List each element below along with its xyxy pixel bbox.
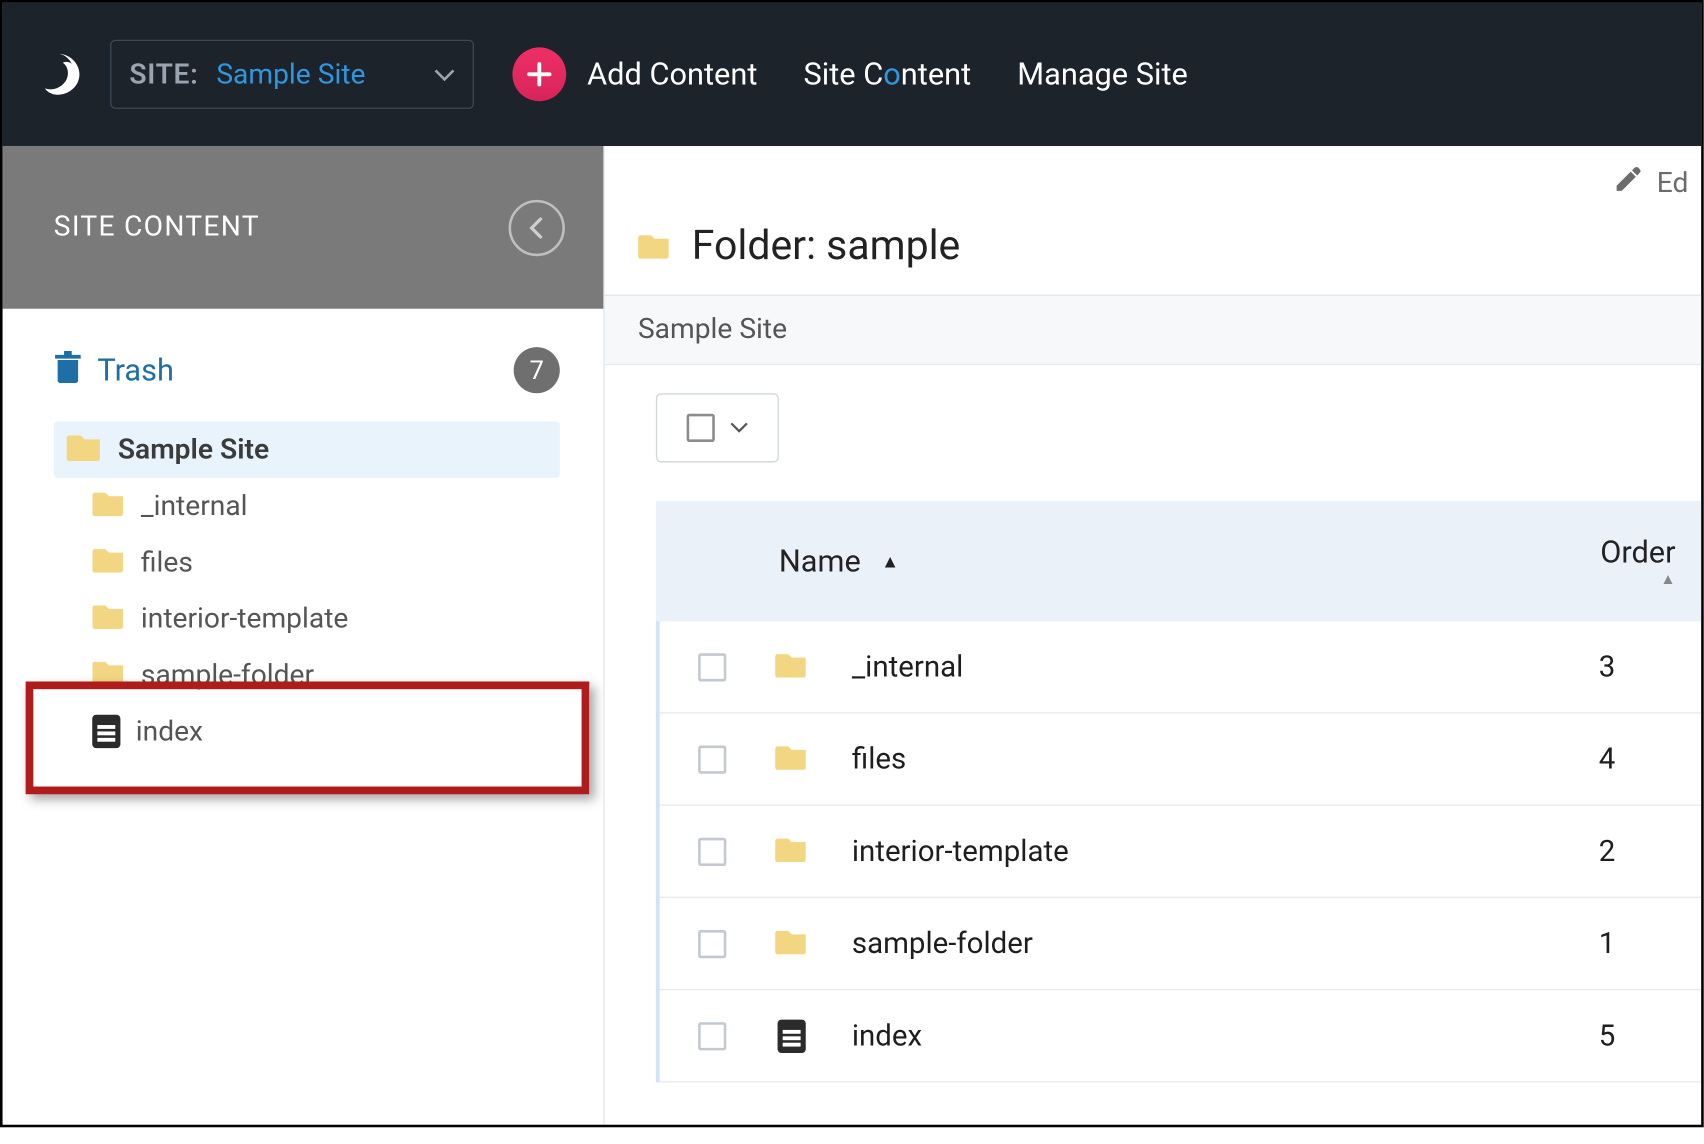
row-checkbox[interactable] <box>698 653 726 681</box>
folder-icon <box>775 926 808 962</box>
row-checkbox[interactable] <box>698 837 726 865</box>
row-checkbox[interactable] <box>698 1022 726 1050</box>
sidebar-title: SITE CONTENT <box>54 211 260 243</box>
sort-asc-icon: ▲ <box>881 550 899 572</box>
chevron-down-icon <box>730 421 748 434</box>
table-header: Name ▲ Order ▲ <box>656 501 1701 621</box>
tree-item-label: sample-folder <box>141 659 314 691</box>
page-icon <box>92 715 120 748</box>
collapse-sidebar-button[interactable] <box>509 199 565 255</box>
chevron-down-icon <box>435 61 455 88</box>
plus-icon <box>513 47 567 101</box>
tree-item[interactable]: sample-folder <box>54 647 560 703</box>
folder-icon <box>92 544 125 580</box>
folder-icon <box>775 741 808 777</box>
tree-item-label: files <box>141 546 193 578</box>
add-content-button[interactable]: Add Content <box>513 47 758 101</box>
table-row[interactable]: files 4 <box>660 714 1701 806</box>
tree-item-label: index <box>136 715 203 747</box>
folder-icon <box>775 833 808 869</box>
checkbox-icon <box>687 414 715 442</box>
sidebar-header: SITE CONTENT <box>3 146 604 309</box>
folder-icon <box>775 649 808 685</box>
tree-item[interactable]: files <box>54 534 560 590</box>
folder-icon <box>638 220 671 269</box>
folder-icon <box>92 488 125 524</box>
site-picker[interactable]: SITE: Sample Site <box>110 40 474 109</box>
app-logo[interactable] <box>31 47 85 101</box>
tree-root[interactable]: Sample Site <box>54 421 560 477</box>
folder-tree: Sample Site _internalfiles interior-templ… <box>54 421 560 759</box>
edit-label: Ed <box>1657 167 1689 199</box>
site-picker-label: SITE: <box>129 58 198 90</box>
column-header-name[interactable]: Name ▲ <box>779 543 899 579</box>
trash-count-badge: 7 <box>514 347 560 393</box>
row-name: files <box>852 742 1560 777</box>
row-name: _internal <box>852 649 1560 684</box>
table-row[interactable]: index 5 <box>660 990 1701 1082</box>
row-order: 2 <box>1599 834 1676 869</box>
folder-icon <box>67 430 103 468</box>
tree-item-label: interior-template <box>141 603 348 635</box>
tree-item[interactable]: interior-template <box>54 591 560 647</box>
nav-site-content[interactable]: Site Content <box>804 56 972 92</box>
tree-item[interactable]: index <box>54 703 560 759</box>
folder-icon <box>92 657 125 693</box>
site-picker-value: Sample Site <box>216 58 365 90</box>
row-order: 4 <box>1599 742 1676 777</box>
tree-item-label: _internal <box>141 490 248 522</box>
breadcrumb[interactable]: Sample Site <box>605 295 1702 365</box>
trash-row[interactable]: Trash 7 <box>54 347 560 393</box>
row-name: interior-template <box>852 834 1560 869</box>
sidebar: SITE CONTENT Trash 7 <box>3 146 605 1125</box>
trash-label: Trash <box>97 352 174 388</box>
select-all-dropdown[interactable] <box>656 393 779 462</box>
column-header-order[interactable]: Order ▲ <box>1600 534 1675 588</box>
tree-item[interactable]: _internal <box>54 478 560 534</box>
main-panel: Ed Folder: sample Sample Site <box>605 146 1702 1125</box>
pencil-icon <box>1613 164 1644 202</box>
add-content-label: Add Content <box>587 56 757 92</box>
trash-icon <box>54 350 82 391</box>
row-name: index <box>852 1018 1560 1053</box>
nav-manage-site[interactable]: Manage Site <box>1017 56 1188 92</box>
edit-button[interactable]: Ed <box>1613 164 1688 202</box>
folder-icon <box>92 601 125 637</box>
row-name: sample-folder <box>852 926 1560 961</box>
file-list: _internal 3 files 4 interior-template 2 sample… <box>656 621 1701 1082</box>
row-checkbox[interactable] <box>698 929 726 957</box>
row-checkbox[interactable] <box>698 745 726 773</box>
row-order: 1 <box>1599 926 1676 961</box>
row-order: 3 <box>1599 649 1676 684</box>
tree-root-label: Sample Site <box>118 434 269 466</box>
table-row[interactable]: interior-template 2 <box>660 806 1701 898</box>
row-order: 5 <box>1599 1018 1676 1053</box>
sort-asc-icon: ▲ <box>1600 570 1675 588</box>
topbar: SITE: Sample Site Add Content Site Conte… <box>3 3 1702 146</box>
page-icon <box>778 1019 806 1052</box>
table-row[interactable]: sample-folder 1 <box>660 898 1701 990</box>
table-row[interactable]: _internal 3 <box>660 621 1701 713</box>
folder-title: Folder: sample <box>605 220 1702 294</box>
